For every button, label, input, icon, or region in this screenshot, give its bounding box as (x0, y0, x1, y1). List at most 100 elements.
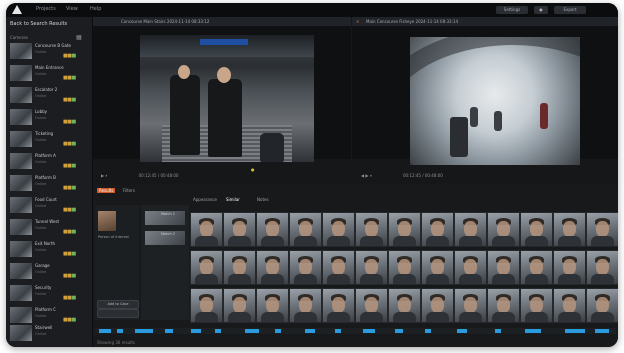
timeline-segment[interactable] (495, 329, 501, 333)
face-result-tile[interactable] (487, 250, 520, 285)
play-icon[interactable]: ▶ ⏸ (101, 173, 107, 178)
tab-results[interactable]: Results (97, 188, 116, 193)
face-result-tile[interactable] (190, 288, 223, 323)
camera-item[interactable]: Escalator 2 Online ■■■ (10, 85, 88, 105)
menu-projects[interactable]: Projects (36, 6, 56, 12)
face-result-tile[interactable] (421, 212, 454, 247)
camera-item[interactable]: Platform A Online ■■■ (10, 151, 88, 171)
timeline-segment[interactable] (191, 329, 201, 333)
camera-item[interactable]: Ticketing Online ■■■ (10, 129, 88, 149)
results-timeline[interactable] (95, 328, 616, 334)
timeline-segment[interactable] (215, 329, 221, 333)
face-result-tile[interactable] (355, 212, 388, 247)
camera-thumbnail (10, 307, 32, 323)
camera-item[interactable]: Food Court Online ■■■ (10, 195, 88, 215)
face-result-tile[interactable] (553, 212, 586, 247)
face-result-tile[interactable] (355, 288, 388, 323)
timeline-segment[interactable] (395, 329, 403, 333)
video-tab-right[interactable]: ✕ Main Concourse Fisheye 2024-11-14 08:3… (352, 17, 618, 26)
timeline-segment[interactable] (99, 329, 111, 333)
face-result-tile[interactable] (553, 250, 586, 285)
camera-name: Lobby (35, 109, 48, 114)
face-result-tile[interactable] (289, 288, 322, 323)
face-result-tile[interactable] (190, 212, 223, 247)
face-result-tile[interactable] (586, 212, 618, 247)
feed-sign (200, 39, 248, 45)
tab-similar[interactable]: Similar (226, 197, 240, 202)
camera-item[interactable]: Tunnel West Online ■■■ (10, 217, 88, 237)
camera-item[interactable]: Security Online ■■■ (10, 283, 88, 303)
camera-item[interactable]: Platform C Online ■■■ (10, 305, 88, 325)
face-result-tile[interactable] (322, 212, 355, 247)
face-result-tile[interactable] (190, 250, 223, 285)
close-icon[interactable]: ✕ (356, 19, 359, 24)
export-button[interactable]: Export (554, 6, 586, 14)
play-icon[interactable]: ◀ ▶ ⏸ (361, 173, 372, 178)
face-result-tile[interactable] (520, 212, 553, 247)
timeline-segment[interactable] (305, 329, 315, 333)
face-result-tile[interactable] (355, 250, 388, 285)
face-result-tile[interactable] (487, 212, 520, 247)
person-of-interest-photo[interactable] (98, 211, 116, 231)
timeline-segment[interactable] (275, 329, 281, 333)
tab-filters[interactable]: Filters (123, 188, 135, 193)
face-result-tile[interactable] (388, 250, 421, 285)
face-result-tile[interactable] (388, 212, 421, 247)
face-result-tile[interactable] (256, 250, 289, 285)
face-result-tile[interactable] (586, 288, 618, 323)
face-result-tile[interactable] (256, 212, 289, 247)
camera-item[interactable]: Garage Online ■■■ (10, 261, 88, 281)
timeline-segment[interactable] (525, 329, 541, 333)
face-result-tile[interactable] (289, 212, 322, 247)
menu-help[interactable]: Help (90, 6, 101, 12)
tab-appearance[interactable]: Appearance (193, 197, 217, 202)
timeline-segment[interactable] (135, 329, 153, 333)
face-result-tile[interactable] (322, 288, 355, 323)
menu-view[interactable]: View (66, 6, 78, 12)
add-to-case-button[interactable]: Add to Case (97, 300, 139, 309)
timeline-segment[interactable] (335, 329, 341, 333)
camera-item[interactable]: Lobby Online ■■■ (10, 107, 88, 127)
face-result-tile[interactable] (421, 288, 454, 323)
timeline-segment[interactable] (245, 329, 259, 333)
face-result-tile[interactable] (421, 250, 454, 285)
face-result-tile[interactable] (223, 250, 256, 285)
secondary-button[interactable] (97, 309, 139, 318)
face-result-tile[interactable] (586, 250, 618, 285)
timeline-segment[interactable] (117, 329, 123, 333)
camera-item[interactable]: Concourse B Gate Online ■■■ (10, 41, 88, 61)
face-result-tile[interactable] (322, 250, 355, 285)
camera-item[interactable]: Platform B Online ■■■ (10, 173, 88, 193)
video-controls-right: ◀ ▶ ⏸ 00:12:45 / 00:48:00 (361, 173, 611, 183)
settings-button[interactable]: Settings (496, 6, 528, 14)
face-result-tile[interactable] (487, 288, 520, 323)
user-icon[interactable]: ● (534, 6, 548, 14)
timeline-segment[interactable] (363, 329, 375, 333)
video-tab-left[interactable]: Concourse Main Stairs 2024-11-14 08:33:1… (93, 17, 351, 26)
camera-feed-left[interactable] (140, 35, 314, 162)
face-result-tile[interactable] (553, 288, 586, 323)
timeline-segment[interactable] (565, 329, 585, 333)
timeline-segment[interactable] (595, 329, 609, 333)
camera-feed-right[interactable] (410, 37, 580, 165)
camera-item[interactable]: Main Entrance Online ■■■ (10, 63, 88, 83)
camera-item[interactable]: Stairwell Online (10, 323, 88, 343)
timeline-segment[interactable] (425, 329, 431, 333)
camera-item[interactable]: Exit North Online ■■■ (10, 239, 88, 259)
face-result-tile[interactable] (388, 288, 421, 323)
face-result-tile[interactable] (454, 288, 487, 323)
tab-notes[interactable]: Notes (257, 197, 269, 202)
face-result-tile[interactable] (289, 250, 322, 285)
face-result-tile[interactable] (223, 212, 256, 247)
face-result-tile[interactable] (223, 288, 256, 323)
marker-icon[interactable]: ● (251, 167, 255, 172)
face-result-tile[interactable] (454, 250, 487, 285)
timeline-segment[interactable] (165, 329, 173, 333)
face-result-tile[interactable] (256, 288, 289, 323)
face-result-tile[interactable] (520, 288, 553, 323)
back-to-results-link[interactable]: Back to Search Results (10, 21, 67, 27)
timeline-segment[interactable] (457, 329, 467, 333)
face-result-tile[interactable] (520, 250, 553, 285)
add-camera-icon[interactable]: ▦ (76, 34, 82, 41)
face-result-tile[interactable] (454, 212, 487, 247)
